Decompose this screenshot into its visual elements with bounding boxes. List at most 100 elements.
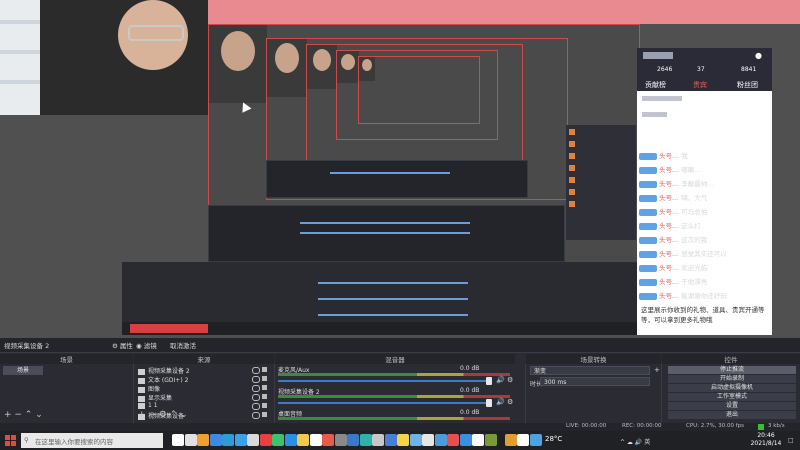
taskbar-app-icon[interactable] xyxy=(504,434,517,446)
chat-message: 头号... 这次的我 xyxy=(639,234,774,248)
taskbar-app-icon[interactable] xyxy=(434,434,447,446)
taskbar-app-icon[interactable] xyxy=(359,434,372,446)
taskbar-app-icon[interactable] xyxy=(247,434,259,446)
studio-mode-button[interactable]: 工作室模式 xyxy=(668,393,796,401)
visibility-icon[interactable] xyxy=(252,376,260,383)
speaker-icon[interactable]: 🔊 xyxy=(496,376,505,384)
tray-icons[interactable]: ^ ☁ 🔊 英 xyxy=(620,437,650,446)
lock-icon[interactable] xyxy=(262,394,267,399)
mixer-channel-db: 0.0 dB xyxy=(460,365,480,372)
gear-icon[interactable]: ⚙ xyxy=(507,376,513,384)
volume-meter xyxy=(278,395,510,398)
lock-icon[interactable]: ● xyxy=(755,51,762,60)
source-item[interactable]: 图像 xyxy=(138,384,160,393)
taskbar-app-icon[interactable] xyxy=(284,434,297,446)
volume-fader-knob[interactable] xyxy=(486,377,492,385)
taskbar-app-icon[interactable] xyxy=(517,434,529,446)
clock-date: 2021/8/14 xyxy=(750,440,782,447)
source-item[interactable]: 视频采集设备 2 xyxy=(138,366,190,375)
lock-icon[interactable] xyxy=(262,367,267,372)
deactivate-button[interactable]: 取消激活 xyxy=(170,340,196,350)
taskbar-app-icon[interactable] xyxy=(259,434,272,446)
visibility-icon[interactable] xyxy=(252,403,260,410)
speaker-icon[interactable]: 🔊 xyxy=(496,398,505,406)
lock-icon[interactable] xyxy=(262,385,267,390)
scene-item[interactable]: 场景 xyxy=(3,366,43,375)
stop-streaming-button[interactable]: 停止推流 xyxy=(668,366,796,374)
lock-icon[interactable] xyxy=(262,403,267,408)
properties-button[interactable]: ⚙ 属性 xyxy=(112,340,133,350)
tab-fans[interactable]: 粉丝团 xyxy=(737,80,758,90)
chat-header: ● 2646 37 8841 贡献榜 贵宾 粉丝团 xyxy=(637,48,772,91)
taskbar-app-icon[interactable] xyxy=(384,434,397,446)
weather-widget[interactable]: 28°C xyxy=(545,435,562,443)
duration-input[interactable]: 300 ms xyxy=(540,377,650,386)
exit-button[interactable]: 退出 xyxy=(668,411,796,419)
nested-meter xyxy=(330,172,450,174)
windows-start-icon[interactable] xyxy=(5,435,16,446)
transition-select[interactable]: 渐变 xyxy=(530,366,650,375)
settings-button[interactable]: 设置 xyxy=(668,402,796,410)
gift-notice: 这里展示你收到的礼物、道具、贵宾开通等等，可以拿到更多礼物哦 xyxy=(641,306,765,324)
volume-fader[interactable] xyxy=(278,402,488,404)
bitrate: 3 kb/s xyxy=(768,423,785,429)
taskbar-app-icon[interactable] xyxy=(184,434,197,446)
taskbar-app-icon[interactable] xyxy=(409,434,422,446)
taskbar-app-icon[interactable] xyxy=(334,434,347,446)
chat-message: 头号... 哪喇... xyxy=(639,164,774,178)
start-recording-button[interactable]: 开始录制 xyxy=(668,375,796,383)
tab-vip[interactable]: 贵宾 xyxy=(693,80,707,90)
chat-message: 头号... 这么打 xyxy=(639,220,774,234)
chat-message: 头号... 能谢谢你还好玩 xyxy=(639,290,774,304)
taskbar-app-icon[interactable] xyxy=(347,434,359,446)
visibility-icon[interactable] xyxy=(252,367,260,374)
visibility-icon[interactable] xyxy=(252,412,260,419)
selected-source-label: 视频采集设备 2 xyxy=(4,342,50,350)
taskbar-clock[interactable]: 20:46 2021/8/14 xyxy=(748,432,784,448)
taskbar-app-icon[interactable] xyxy=(197,434,209,446)
taskbar-app-icon[interactable] xyxy=(484,434,497,446)
filters-button[interactable]: ◉ 滤镜 xyxy=(136,340,157,350)
taskbar-app-icon[interactable] xyxy=(459,434,472,446)
image-icon xyxy=(138,386,145,393)
taskbar-app-icon[interactable] xyxy=(422,434,434,446)
captured-search xyxy=(130,324,208,333)
volume-fader[interactable] xyxy=(278,380,488,382)
add-source-button[interactable]: + − ⚙ ⌃ ⌄ xyxy=(138,410,188,420)
add-transition-button[interactable]: + xyxy=(654,366,660,374)
source-item[interactable]: 文本 (GDI+) 2 xyxy=(138,375,188,384)
taskbar-app-icon[interactable] xyxy=(309,434,322,446)
volume-fader-knob[interactable] xyxy=(486,399,492,407)
lock-icon[interactable] xyxy=(262,376,267,381)
taskbar-app-icon[interactable] xyxy=(322,434,334,446)
gear-icon[interactable]: ⚙ xyxy=(507,398,513,406)
taskbar-app-icon[interactable] xyxy=(397,434,409,446)
live-time: LIVE: 00:00:00 xyxy=(566,423,607,429)
taskbar-app-icon[interactable] xyxy=(372,434,384,446)
taskbar-app-icon[interactable] xyxy=(234,434,247,446)
monitor-icon xyxy=(138,395,145,402)
notification-icon[interactable]: □ xyxy=(788,437,794,444)
nested-meter xyxy=(300,232,470,234)
virtual-camera-button[interactable]: 启动虚拟摄像机 xyxy=(668,384,796,392)
visibility-icon[interactable] xyxy=(252,385,260,392)
lock-icon[interactable] xyxy=(262,412,267,417)
add-scene-button[interactable]: + − ⌃ ⌄ xyxy=(4,410,43,420)
volume-meter xyxy=(278,417,510,420)
taskbar-app-icon[interactable] xyxy=(472,434,484,446)
chat-message: 头号... 可马总怕 xyxy=(639,206,774,220)
camera-icon xyxy=(138,368,145,375)
taskbar-app-icon[interactable] xyxy=(529,434,542,446)
properties-label: 属性 xyxy=(119,342,133,350)
taskbar-app-icon[interactable] xyxy=(272,434,284,446)
taskbar-app-icon[interactable] xyxy=(447,434,459,446)
taskbar-app-icon[interactable] xyxy=(172,434,184,446)
taskbar-app-icon[interactable] xyxy=(222,434,234,446)
taskbar-app-icon[interactable] xyxy=(297,434,309,446)
visibility-icon[interactable] xyxy=(252,394,260,401)
taskbar-search-input[interactable]: ⚲ 在这里输入你要搜索的内容 xyxy=(21,433,163,448)
source-item[interactable]: 显示采集 xyxy=(138,393,172,402)
taskbar-app-icon[interactable] xyxy=(209,434,222,446)
tab-contrib[interactable]: 贡献榜 xyxy=(645,80,666,90)
program-preview[interactable]: ● 2646 37 8841 贡献榜 贵宾 粉丝团 头号... 我 头号... 哪喇… xyxy=(0,0,800,338)
